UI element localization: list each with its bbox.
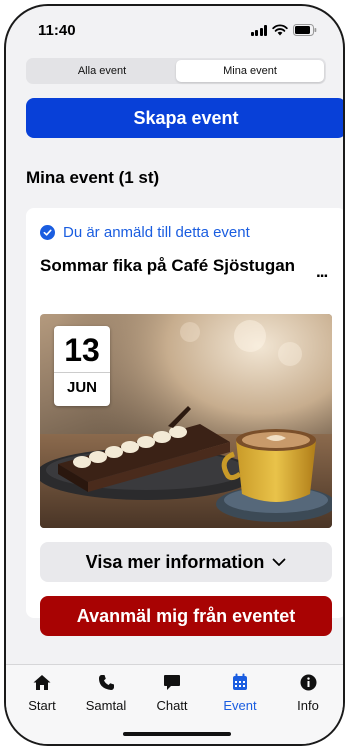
date-day: 13 bbox=[64, 332, 100, 368]
status-icons bbox=[250, 24, 318, 36]
home-indicator[interactable] bbox=[123, 732, 231, 736]
event-title: Sommar fika på Café Sjöstugan bbox=[40, 256, 296, 275]
date-badge: 13 JUN bbox=[54, 326, 110, 406]
status-bar: 11:40 bbox=[6, 6, 343, 54]
chat-icon bbox=[163, 673, 181, 691]
event-card: Du är anmäld till detta event Sommar fik… bbox=[26, 208, 343, 636]
tab-label-chatt: Chatt bbox=[156, 698, 188, 713]
check-circle-icon bbox=[40, 225, 55, 240]
show-more-info-button[interactable]: Visa mer information bbox=[40, 542, 332, 582]
tab-start[interactable]: Start bbox=[10, 673, 74, 713]
tab-label-info: Info bbox=[297, 698, 319, 713]
tab-event[interactable]: Event bbox=[208, 673, 272, 713]
section-title: Mina event (1 st) bbox=[26, 168, 160, 187]
signal-icon bbox=[250, 24, 267, 36]
unregister-button[interactable]: Avanmäl mig från eventet bbox=[40, 596, 332, 636]
info-icon bbox=[299, 673, 317, 691]
tab-label-samtal: Samtal bbox=[85, 698, 127, 713]
tab-samtal[interactable]: Samtal bbox=[74, 673, 138, 713]
create-event-button[interactable]: Skapa event bbox=[26, 98, 343, 138]
registered-status: Du är anmäld till detta event bbox=[40, 224, 250, 241]
tab-bar: Start Samtal Chatt Event Info bbox=[6, 664, 343, 744]
phone-icon bbox=[97, 673, 115, 691]
status-time: 11:40 bbox=[38, 22, 76, 39]
wifi-icon bbox=[272, 24, 288, 36]
tab-label-start: Start bbox=[28, 698, 56, 713]
segment-my-events[interactable]: Mina event bbox=[176, 60, 324, 82]
event-filter-segmented-control: Alla event Mina event bbox=[26, 58, 326, 84]
show-more-info-label: Visa mer information bbox=[85, 551, 265, 572]
tab-label-event: Event bbox=[223, 698, 257, 713]
phone-frame: 11:40 Alla event Mina event Skapa event … bbox=[4, 4, 345, 746]
chevron-down-icon bbox=[272, 558, 286, 566]
date-month: JUN bbox=[66, 379, 97, 396]
date-divider bbox=[54, 372, 110, 373]
segment-all-events[interactable]: Alla event bbox=[28, 60, 176, 82]
battery-icon bbox=[293, 24, 317, 36]
registered-text: Du är anmäld till detta event bbox=[63, 224, 250, 241]
calendar-icon bbox=[231, 673, 249, 691]
event-image: 13 JUN bbox=[40, 314, 332, 528]
home-icon bbox=[33, 673, 51, 691]
more-options-icon[interactable]: ... bbox=[316, 262, 328, 282]
tab-chatt[interactable]: Chatt bbox=[140, 673, 204, 713]
tab-info[interactable]: Info bbox=[276, 673, 340, 713]
